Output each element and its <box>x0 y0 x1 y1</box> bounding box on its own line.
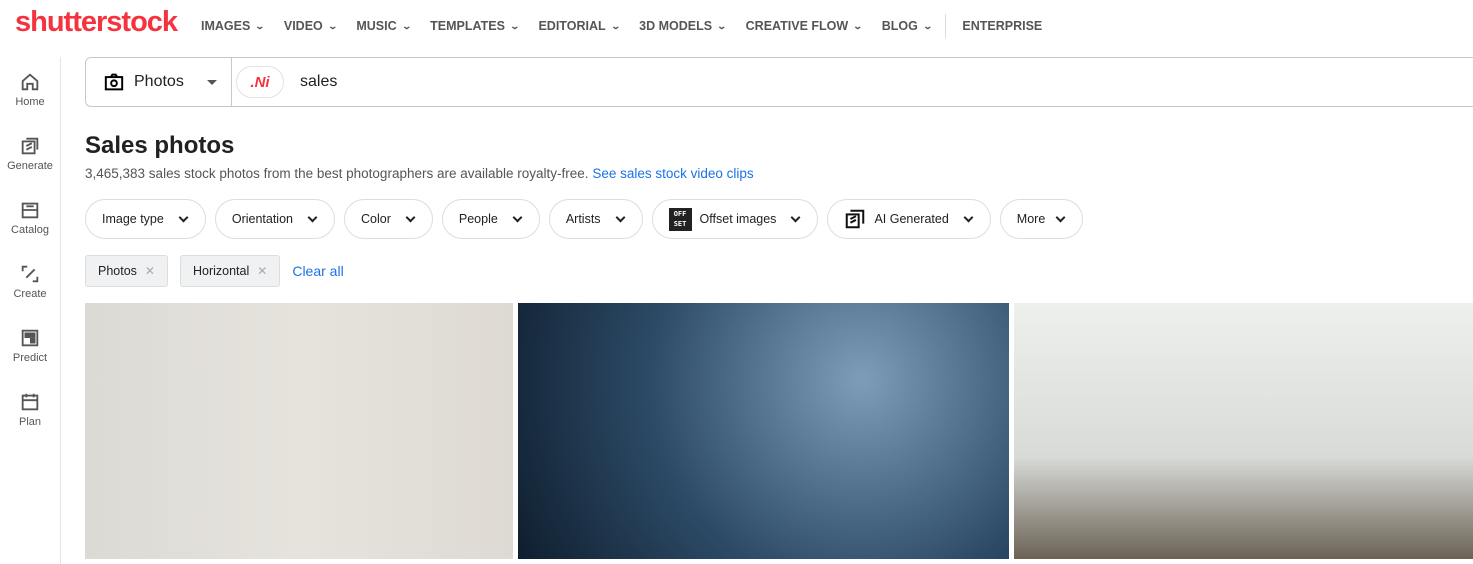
nav-templates[interactable]: TEMPLATES ⌄ <box>430 19 520 33</box>
tag-label: Photos <box>98 264 137 278</box>
sidebar-label: Predict <box>12 351 48 364</box>
sidebar-label: Create <box>13 287 47 300</box>
chevron-down-icon <box>1055 212 1066 223</box>
chevron-down-icon: ⌄ <box>327 20 338 31</box>
filter-more[interactable]: More <box>999 199 1084 239</box>
sidebar-label: Catalog <box>11 223 49 236</box>
offset-logo-icon: OFF SET <box>668 207 692 231</box>
nav-label: CREATIVE FLOW <box>745 19 849 33</box>
search-bar: Photos .Ni <box>85 57 1473 107</box>
chevron-down-icon <box>512 212 523 223</box>
active-filters: Photos ✕ Horizontal ✕ Clear all <box>85 255 344 287</box>
nav-label: 3D MODELS <box>639 19 713 33</box>
result-image-wooden-blocks[interactable] <box>85 303 513 559</box>
chevron-down-icon: ⌄ <box>254 20 266 31</box>
results-summary: 3,465,383 sales stock photos from the be… <box>85 166 754 181</box>
filter-bar: Image type Orientation Color People Arti… <box>85 199 1084 239</box>
chevron-down-icon: ⌄ <box>610 20 621 31</box>
sidebar-item-generate[interactable]: Generate <box>0 121 60 185</box>
ai-search-toggle[interactable]: .Ni <box>236 66 284 98</box>
close-icon[interactable]: ✕ <box>257 264 267 278</box>
tag-label: Horizontal <box>192 264 250 278</box>
sidebar-label: Home <box>15 95 45 108</box>
top-bar: shutterstock IMAGES ⌄ VIDEO ⌄ MUSIC ⌄ TEMPL… <box>0 0 1473 44</box>
sidebar-label: Generate <box>7 159 53 172</box>
chevron-down-icon <box>615 212 625 223</box>
result-image-business-meeting[interactable] <box>1014 303 1473 559</box>
sidebar: Home Generate Catalog Create Predict Pla… <box>0 57 61 564</box>
chevron-down-icon <box>790 212 801 223</box>
nav-label: VIDEO <box>283 19 323 33</box>
nav-label: EDITORIAL <box>538 19 606 33</box>
nav-3d-models[interactable]: 3D MODELS ⌄ <box>639 19 728 33</box>
sidebar-item-home[interactable]: Home <box>0 57 60 121</box>
create-icon <box>21 265 39 282</box>
caret-down-icon <box>207 79 217 85</box>
filter-orientation[interactable]: Orientation <box>214 199 335 239</box>
page-title: Sales photos <box>85 132 235 159</box>
sidebar-item-plan[interactable]: Plan <box>0 377 60 441</box>
filter-label: Artists <box>565 212 601 226</box>
filter-label: Color <box>361 212 391 226</box>
sidebar-item-create[interactable]: Create <box>0 249 60 313</box>
filter-label: Image type <box>102 212 164 226</box>
chevron-down-icon: ⌄ <box>922 20 933 31</box>
nav-editorial[interactable]: EDITORIAL ⌄ <box>538 19 621 33</box>
home-icon <box>21 72 39 90</box>
nav-video[interactable]: VIDEO ⌄ <box>283 19 338 33</box>
sidebar-item-catalog[interactable]: Catalog <box>0 185 60 249</box>
search-input[interactable] <box>300 73 1200 91</box>
filter-people[interactable]: People <box>441 199 540 239</box>
filter-label: Offset images <box>699 212 777 226</box>
ai-generated-icon <box>846 209 865 229</box>
filter-label: People <box>458 212 498 226</box>
filter-label: AI Generated <box>874 212 949 226</box>
nav-creative-flow[interactable]: CREATIVE FLOW ⌄ <box>745 19 864 33</box>
shutterstock-logo[interactable]: shutterstock <box>15 6 178 39</box>
main-nav: IMAGES ⌄ VIDEO ⌄ MUSIC ⌄ TEMPLATES ⌄ EDITORI… <box>201 14 1062 38</box>
chevron-down-icon <box>178 212 189 223</box>
nav-divider <box>945 14 947 38</box>
camera-icon <box>104 73 124 91</box>
predict-icon <box>21 329 39 346</box>
nav-blog[interactable]: BLOG ⌄ <box>881 19 933 33</box>
result-image-business-growth[interactable] <box>518 303 1009 559</box>
filter-label: More <box>1016 212 1046 226</box>
nav-images[interactable]: IMAGES ⌄ <box>201 19 266 33</box>
chevron-down-icon <box>405 212 416 223</box>
clear-all-link[interactable]: Clear all <box>292 263 343 279</box>
chevron-down-icon <box>963 212 974 223</box>
video-clips-link[interactable]: See sales stock video clips <box>592 166 753 181</box>
filter-offset-images[interactable]: OFF SET Offset images <box>651 199 819 239</box>
filter-artists[interactable]: Artists <box>548 199 643 239</box>
active-filter-horizontal[interactable]: Horizontal ✕ <box>179 255 281 287</box>
chevron-down-icon: ⌄ <box>716 20 728 31</box>
nav-label: MUSIC <box>356 19 397 33</box>
nav-label: TEMPLATES <box>430 19 505 33</box>
filter-image-type[interactable]: Image type <box>85 199 206 239</box>
filter-label: Orientation <box>231 212 293 226</box>
plan-icon <box>21 393 39 410</box>
nav-label: BLOG <box>881 19 918 33</box>
media-type-select[interactable]: Photos <box>86 58 232 106</box>
results-count-text: 3,465,383 sales stock photos from the be… <box>85 166 589 181</box>
chevron-down-icon: ⌄ <box>852 20 864 31</box>
chevron-down-icon: ⌄ <box>509 20 520 31</box>
generate-icon <box>21 137 39 154</box>
chevron-down-icon: ⌄ <box>401 20 412 31</box>
sidebar-item-predict[interactable]: Predict <box>0 313 60 377</box>
catalog-icon <box>21 202 39 218</box>
nav-label: IMAGES <box>201 19 251 33</box>
nav-enterprise[interactable]: ENTERPRISE <box>962 19 1042 33</box>
active-filter-photos[interactable]: Photos ✕ <box>85 255 168 287</box>
filter-ai-generated[interactable]: AI Generated <box>827 199 991 239</box>
nav-music[interactable]: MUSIC ⌄ <box>356 19 412 33</box>
filter-color[interactable]: Color <box>344 199 433 239</box>
chevron-down-icon <box>307 212 318 223</box>
sidebar-label: Plan <box>18 415 42 428</box>
close-icon[interactable]: ✕ <box>145 264 155 278</box>
media-type-label: Photos <box>134 73 184 90</box>
